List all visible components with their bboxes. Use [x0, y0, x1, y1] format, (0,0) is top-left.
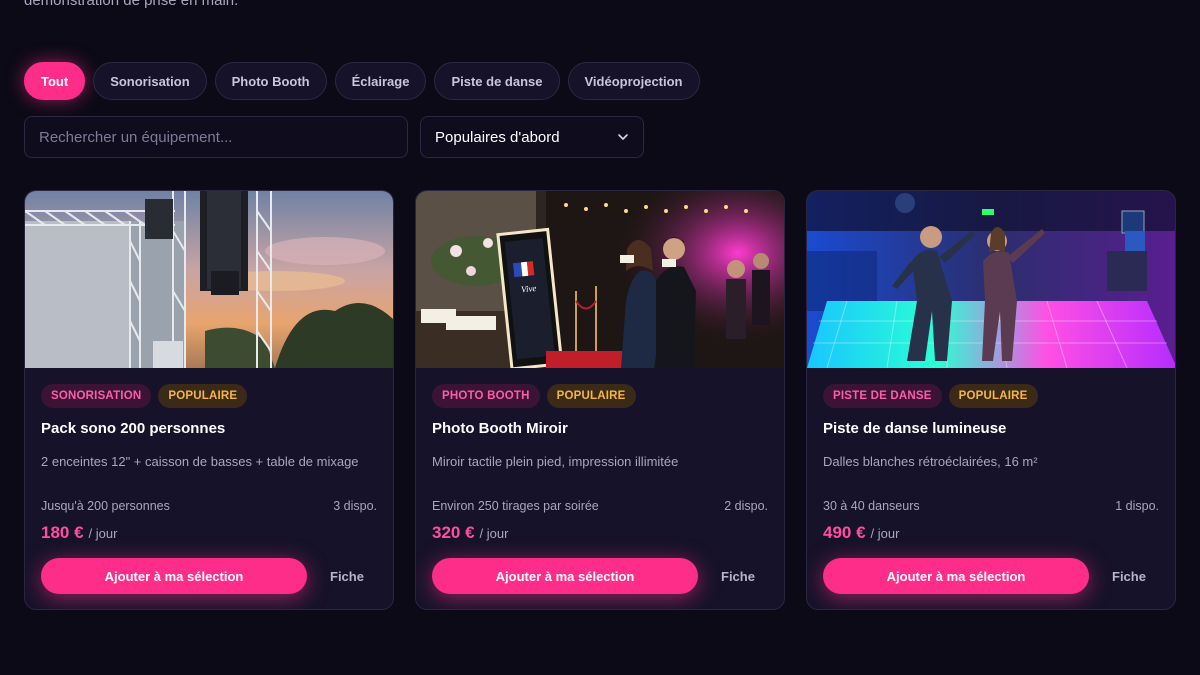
sort-select[interactable]: Populaires d'abord — [420, 116, 644, 158]
product-title: Pack sono 200 personnes — [41, 420, 226, 437]
svg-text:Vive: Vive — [521, 283, 537, 295]
filter-chip-piste-de-danse[interactable]: Piste de danse — [434, 62, 560, 100]
category-filters: Tout Sonorisation Photo Booth Éclairage … — [24, 62, 700, 100]
product-card: Vive PHOTO BOOTH POPULAIRE Photo Booth M… — [415, 190, 785, 610]
sort-selected-label: Populaires d'abord — [435, 128, 560, 146]
product-description: 2 enceintes 12" + caisson de basses + ta… — [41, 454, 359, 469]
filter-chip-photo-booth[interactable]: Photo Booth — [214, 62, 327, 100]
product-description: Miroir tactile plein pied, impression il… — [432, 454, 679, 469]
chevron-down-icon — [618, 134, 628, 140]
price-amount: 180 € — [41, 523, 84, 542]
product-grid: SONORISATION POPULAIRE Pack sono 200 per… — [24, 190, 1176, 610]
category-badge: SONORISATION — [41, 384, 152, 408]
product-title: Piste de danse lumineuse — [823, 420, 1007, 437]
capacity-text: Jusqu'à 200 personnes — [41, 499, 170, 513]
product-description: Dalles blanches rétroéclairées, 16 m² — [823, 454, 1038, 469]
filter-chip-eclairage[interactable]: Éclairage — [334, 62, 427, 100]
price-unit: / jour — [870, 526, 900, 541]
details-link[interactable]: Fiche — [330, 569, 364, 584]
product-card: SONORISATION POPULAIRE Pack sono 200 per… — [24, 190, 394, 610]
filter-chip-sonorisation[interactable]: Sonorisation — [93, 62, 207, 100]
price-unit: / jour — [479, 526, 509, 541]
add-to-selection-button[interactable]: Ajouter à ma sélection — [41, 558, 307, 594]
product-image-sound-stage — [25, 191, 393, 368]
capacity-text: Environ 250 tirages par soirée — [432, 499, 599, 513]
details-link[interactable]: Fiche — [1112, 569, 1146, 584]
capacity-text: 30 à 40 danseurs — [823, 499, 920, 513]
popular-badge: POPULAIRE — [546, 384, 636, 408]
stock-count: 1 dispo. — [1115, 499, 1159, 513]
intro-text: démonstration de prise en main. — [24, 0, 239, 9]
search-input[interactable] — [24, 116, 408, 158]
product-image-photo-booth: Vive — [416, 191, 784, 368]
product-title: Photo Booth Miroir — [432, 420, 568, 437]
add-to-selection-button[interactable]: Ajouter à ma sélection — [823, 558, 1089, 594]
popular-badge: POPULAIRE — [948, 384, 1038, 408]
product-card: PISTE DE DANSE POPULAIRE Piste de danse … — [806, 190, 1176, 610]
price-unit: / jour — [88, 526, 118, 541]
popular-badge: POPULAIRE — [158, 384, 248, 408]
price-amount: 490 € — [823, 523, 866, 542]
category-badge: PISTE DE DANSE — [823, 384, 942, 408]
filter-chip-videoprojection[interactable]: Vidéoprojection — [567, 62, 700, 100]
stock-count: 3 dispo. — [333, 499, 377, 513]
filter-chip-all[interactable]: Tout — [24, 62, 86, 100]
product-image-dance-floor — [807, 191, 1175, 368]
price-amount: 320 € — [432, 523, 475, 542]
details-link[interactable]: Fiche — [721, 569, 755, 584]
stock-count: 2 dispo. — [724, 499, 768, 513]
category-badge: PHOTO BOOTH — [432, 384, 540, 408]
add-to-selection-button[interactable]: Ajouter à ma sélection — [432, 558, 698, 594]
